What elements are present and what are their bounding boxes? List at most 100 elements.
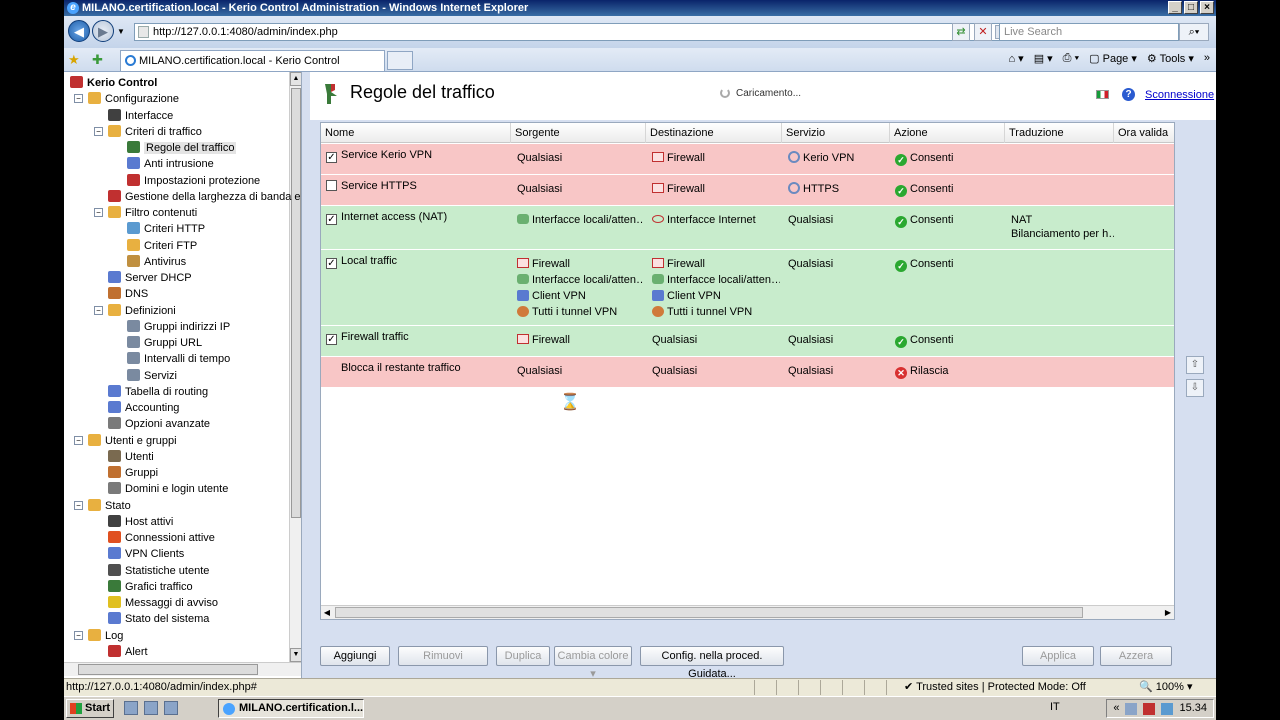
change-color-button[interactable]: Cambia colore ▾: [554, 646, 632, 680]
print-icon[interactable]: ⎙ ▾: [1063, 52, 1079, 65]
zoom-level[interactable]: 🔍 100% ▾: [1139, 679, 1192, 696]
tree-item[interactable]: Opzioni avanzate: [108, 416, 210, 432]
collapse-icon[interactable]: −: [94, 208, 103, 217]
show-desktop-icon[interactable]: [144, 701, 158, 715]
rule-enabled-checkbox[interactable]: ✓: [326, 152, 337, 163]
tree-item[interactable]: Gruppi indirizzi IP: [127, 319, 230, 335]
tree-item[interactable]: Servizi: [127, 368, 177, 384]
table-horizontal-scrollbar[interactable]: ◀ ▶: [321, 605, 1174, 619]
tree-item[interactable]: Regole del traffico: [127, 140, 237, 156]
collapse-icon[interactable]: −: [74, 630, 83, 640]
tree-item[interactable]: Messaggi di avviso: [108, 595, 218, 611]
feeds-icon[interactable]: ▤ ▾: [1034, 52, 1053, 65]
tree-item[interactable]: − Criteri di traffico: [94, 124, 202, 140]
close-button[interactable]: ×: [1200, 1, 1214, 14]
column-header[interactable]: Destinazione: [646, 123, 782, 143]
server-manager-icon[interactable]: [124, 701, 138, 715]
language-indicator[interactable]: IT: [1050, 701, 1060, 713]
column-header[interactable]: Servizio: [782, 123, 890, 143]
rule-enabled-checkbox[interactable]: ✓: [326, 334, 337, 345]
minimize-button[interactable]: _: [1168, 1, 1182, 14]
table-row[interactable]: ✓ Internet access (NAT) Interfacce locali/…: [321, 206, 1174, 250]
tree-item[interactable]: Gruppi URL: [127, 335, 202, 351]
stop-icon[interactable]: ✕: [974, 23, 992, 41]
table-row[interactable]: Service HTTPS Qualsiasi Firewall HTTPS ✓ Cons…: [321, 175, 1174, 206]
new-tab-button[interactable]: [387, 51, 413, 70]
tree-item[interactable]: Gruppi: [108, 465, 158, 481]
tree-item[interactable]: Gestione della larghezza di banda e Q: [108, 189, 301, 205]
collapse-icon[interactable]: −: [74, 500, 83, 510]
column-header[interactable]: Azione: [890, 123, 1005, 143]
column-header[interactable]: Traduzione: [1005, 123, 1114, 143]
network-icon[interactable]: [1125, 702, 1138, 715]
collapse-icon[interactable]: −: [94, 126, 103, 136]
tools-menu[interactable]: ⚙ Tools ▾: [1147, 52, 1194, 65]
reset-button[interactable]: Azzera: [1100, 646, 1172, 666]
tree-hscroll-thumb[interactable]: [78, 664, 258, 675]
tree-item[interactable]: Anti intrusione: [127, 156, 214, 172]
collapse-icon[interactable]: −: [74, 94, 83, 104]
chevron-icon[interactable]: »: [1204, 52, 1210, 65]
table-row[interactable]: ✓ Firewall traffic Firewall Qualsiasi Qualsi…: [321, 326, 1174, 357]
volume-icon[interactable]: [1161, 702, 1174, 715]
rule-enabled-checkbox[interactable]: ✓: [326, 214, 337, 225]
tree-item[interactable]: Criteri HTTP: [127, 221, 205, 237]
kerio-tray-icon[interactable]: [1143, 702, 1156, 715]
browser-tab[interactable]: MILANO.certification.local - Kerio Contr…: [120, 50, 385, 87]
italian-flag-icon[interactable]: [1096, 90, 1109, 99]
tree-vertical-scrollbar[interactable]: ▲ ▼: [289, 72, 301, 662]
address-input[interactable]: http://127.0.0.1:4080/admin/index.php ▼: [134, 23, 1010, 41]
tree-item[interactable]: Tabella di routing: [108, 384, 208, 400]
tray-expand-icon[interactable]: «: [1113, 700, 1119, 717]
column-header[interactable]: Sorgente: [511, 123, 646, 143]
tree-item[interactable]: Impostazioni protezione: [127, 173, 260, 189]
back-button[interactable]: ◀: [68, 20, 90, 42]
tree-item[interactable]: Server DHCP: [108, 270, 192, 286]
tree-item[interactable]: Utenti: [108, 449, 154, 465]
add-button[interactable]: Aggiungi: [320, 646, 390, 666]
help-icon[interactable]: ?: [1122, 88, 1135, 101]
search-input[interactable]: Live Search: [999, 23, 1179, 41]
scroll-left-icon[interactable]: ◀: [321, 606, 333, 619]
tree-scroll-thumb[interactable]: [291, 88, 301, 518]
duplicate-button[interactable]: Duplica: [496, 646, 550, 666]
tree-item[interactable]: − Log: [74, 628, 123, 644]
tree-item[interactable]: − Definizioni: [94, 303, 176, 319]
tree-item[interactable]: Interfacce: [108, 108, 173, 124]
tree-item[interactable]: VPN Clients: [108, 546, 184, 562]
tree-item[interactable]: Domini e login utente: [108, 481, 228, 497]
column-header[interactable]: Ora valida: [1114, 123, 1174, 143]
tree-item[interactable]: Intervalli di tempo: [127, 351, 230, 367]
tree-item[interactable]: Host attivi: [108, 514, 173, 530]
tree-item[interactable]: Antivirus: [127, 254, 186, 270]
tree-item[interactable]: Connessioni attive: [108, 530, 215, 546]
history-dropdown-icon[interactable]: ▼: [117, 27, 125, 36]
home-icon[interactable]: ⌂ ▾: [1008, 52, 1023, 65]
move-up-button[interactable]: ⇧: [1186, 356, 1204, 374]
remove-button[interactable]: Rimuovi: [398, 646, 488, 666]
collapse-icon[interactable]: −: [94, 305, 103, 315]
ie-launch-icon[interactable]: [164, 701, 178, 715]
table-row[interactable]: ✓ Local traffic Firewall Interfacce locali/…: [321, 250, 1174, 326]
tree-item[interactable]: Grafici traffico: [108, 579, 193, 595]
tree-item[interactable]: Accounting: [108, 400, 179, 416]
table-row[interactable]: ✓ Service Kerio VPN Qualsiasi Firewall Kerio…: [321, 144, 1174, 175]
table-row[interactable]: Blocca il restante traffico Qualsiasi Qual…: [321, 357, 1174, 388]
rule-enabled-checkbox[interactable]: ✓: [326, 258, 337, 269]
tree-item[interactable]: − Configurazione: [74, 91, 179, 107]
tree-item[interactable]: − Filtro contenuti: [94, 205, 197, 221]
maximize-button[interactable]: □: [1184, 1, 1198, 14]
taskbar-ie-window[interactable]: MILANO.certification.l...: [218, 699, 364, 718]
tree-item[interactable]: − Stato: [74, 498, 131, 514]
start-button[interactable]: Start: [66, 699, 114, 718]
tree-item[interactable]: DNS: [108, 286, 148, 302]
tree-item[interactable]: Alert: [108, 644, 148, 660]
apply-button[interactable]: Applica: [1022, 646, 1094, 666]
scroll-right-icon[interactable]: ▶: [1162, 606, 1174, 619]
favorites-star-icon[interactable]: ★: [68, 52, 80, 68]
tree-item[interactable]: − Utenti e gruppi: [74, 433, 177, 449]
tree-item[interactable]: Stato del sistema: [108, 611, 209, 627]
tree-item[interactable]: Criteri FTP: [127, 238, 197, 254]
compat-view-icon[interactable]: ⇄: [952, 23, 970, 41]
rule-enabled-checkbox[interactable]: [326, 180, 337, 191]
